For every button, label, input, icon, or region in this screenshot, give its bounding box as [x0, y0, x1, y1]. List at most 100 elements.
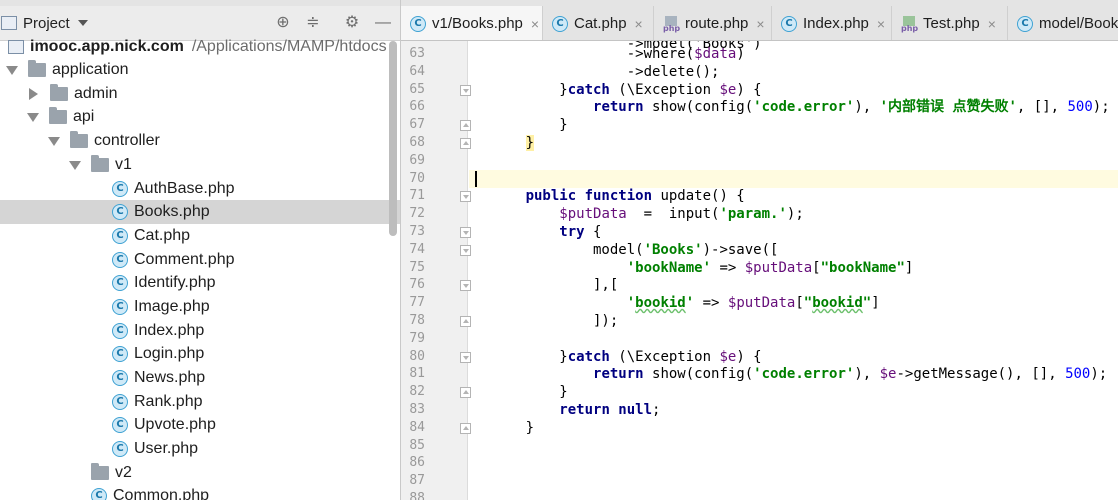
- expand-arrow-icon[interactable]: [27, 112, 39, 122]
- tree-item-folder[interactable]: v2: [0, 461, 400, 485]
- line-number: 70: [409, 171, 425, 186]
- line-number: 88: [409, 491, 425, 500]
- collapse-icon[interactable]: ≑: [303, 13, 323, 33]
- project-view-selector[interactable]: Project: [0, 11, 88, 35]
- tree-item-label: Upvote.php: [134, 416, 216, 433]
- tree-item-file[interactable]: C Index.php: [0, 319, 400, 343]
- tree-item-folder[interactable]: controller: [0, 129, 400, 153]
- expand-arrow-icon[interactable]: [69, 160, 81, 170]
- line-number: 69: [409, 153, 425, 168]
- tree-item-file[interactable]: C Common.php: [0, 484, 400, 500]
- tree-item-folder[interactable]: application: [0, 58, 400, 82]
- expand-arrow-icon[interactable]: [48, 136, 60, 146]
- line-number: 86: [409, 455, 425, 470]
- code-line: }: [475, 117, 568, 133]
- class-icon: C: [552, 15, 568, 32]
- tree-item-file[interactable]: C AuthBase.php: [0, 177, 400, 201]
- tree-item-label: v1: [115, 156, 132, 173]
- class-icon: C: [112, 323, 128, 339]
- minimize-icon[interactable]: —: [373, 13, 393, 33]
- tree-item-file[interactable]: C Comment.php: [0, 248, 400, 272]
- tree-item-label: Index.php: [134, 322, 205, 339]
- code-line: 'bookid' => $putData["bookid"]: [626, 295, 880, 311]
- folder-icon: [91, 463, 109, 480]
- expand-arrow-icon[interactable]: [6, 65, 18, 75]
- close-icon[interactable]: ×: [877, 16, 885, 32]
- tree-item-file[interactable]: C Login.php: [0, 342, 400, 366]
- tree-item-file[interactable]: C News.php: [0, 366, 400, 390]
- editor-gutter: 63 64 65 66 67 68 69 70 71 72 73 74 75 7…: [401, 41, 471, 500]
- code-line: public function update() {: [525, 188, 745, 204]
- tree-item-folder[interactable]: v1: [0, 153, 400, 177]
- tree-item-label: Cat.php: [134, 227, 191, 244]
- tree-item-file[interactable]: C Identify.php: [0, 271, 400, 295]
- tree-item-file[interactable]: C Upvote.php: [0, 413, 400, 437]
- gear-icon[interactable]: ⚙: [342, 13, 362, 33]
- code-line: }catch (\Exception $e) {: [475, 82, 762, 98]
- tree-item-file[interactable]: C Rank.php: [0, 390, 400, 414]
- code-line: model('Books')->save([: [475, 242, 779, 258]
- close-icon[interactable]: ×: [756, 16, 764, 32]
- close-icon[interactable]: ×: [531, 16, 539, 32]
- tree-item-label: Login.php: [134, 345, 205, 362]
- tab-cat-php[interactable]: C Cat.php ×: [543, 6, 654, 40]
- tree-item-label: Identify.php: [134, 274, 216, 291]
- code-line: ],[: [475, 277, 619, 293]
- tree-item-label: Books.php: [134, 203, 210, 220]
- crosshair-icon[interactable]: ⊕: [273, 13, 293, 33]
- line-number: 83: [409, 402, 425, 417]
- tree-item-file-selected[interactable]: C Books.php: [0, 200, 400, 224]
- tree-item-label: application: [52, 61, 129, 78]
- code-line: try {: [559, 224, 602, 240]
- collapse-arrow-icon[interactable]: [29, 88, 38, 100]
- tab-label: Cat.php: [574, 15, 627, 32]
- text-caret: [475, 171, 477, 187]
- line-number: 67: [409, 117, 425, 132]
- code-line: $putData = input('param.');: [559, 206, 804, 222]
- class-icon: C: [112, 204, 128, 220]
- code-line: }: [475, 420, 535, 436]
- line-number: 84: [409, 420, 425, 435]
- tree-scrollbar[interactable]: [389, 41, 397, 236]
- tree-item-file[interactable]: C Image.php: [0, 295, 400, 319]
- line-number: 71: [409, 188, 425, 203]
- close-icon[interactable]: ×: [988, 16, 996, 32]
- folder-icon: [50, 84, 68, 101]
- tree-item-module[interactable]: imooc.app.nick.com /Applications/MAMP/ht…: [0, 35, 400, 59]
- class-icon: C: [112, 275, 128, 291]
- tab-route-php[interactable]: php route.php ×: [654, 6, 772, 40]
- class-icon: C: [112, 299, 128, 315]
- tab-label: route.php: [685, 15, 749, 32]
- tab-index-php[interactable]: C Index.php ×: [772, 6, 892, 40]
- class-icon: C: [112, 252, 128, 268]
- project-panel: Project ⊕ ≑ ⚙ — imooc.app.nick.com /Appl…: [0, 0, 401, 500]
- tree-item-label: api: [73, 108, 95, 125]
- line-number: 79: [409, 331, 425, 346]
- line-number: 65: [409, 82, 425, 97]
- tree-item-folder[interactable]: admin: [0, 82, 400, 106]
- tab-model-books[interactable]: C model/Books: [1008, 6, 1118, 40]
- line-number: 63: [409, 46, 425, 61]
- line-number: 64: [409, 64, 425, 79]
- current-code-line: [469, 170, 1118, 188]
- code-area[interactable]: ->model('Books') ->where($data) ->delete…: [469, 41, 1118, 500]
- tree-item-file[interactable]: C Cat.php: [0, 224, 400, 248]
- tree-item-folder[interactable]: api: [0, 105, 400, 129]
- tree-item-label: admin: [74, 85, 118, 102]
- class-icon: C: [91, 488, 107, 500]
- line-number: 80: [409, 349, 425, 364]
- code-line: ->where($data): [475, 46, 745, 62]
- code-line: ]);: [475, 313, 619, 329]
- class-icon: C: [112, 181, 128, 197]
- tab-books-php[interactable]: C v1/Books.php ×: [401, 6, 543, 40]
- tree-item-label: Comment.php: [134, 251, 235, 268]
- project-icon: [1, 16, 17, 30]
- project-panel-title: Project: [23, 14, 70, 32]
- tree-item-label: User.php: [134, 440, 199, 457]
- class-icon: C: [112, 417, 128, 433]
- folder-icon: [49, 107, 67, 124]
- tree-item-file[interactable]: C User.php: [0, 437, 400, 461]
- close-icon[interactable]: ×: [635, 16, 643, 32]
- tab-test-php[interactable]: php Test.php ×: [892, 6, 1008, 40]
